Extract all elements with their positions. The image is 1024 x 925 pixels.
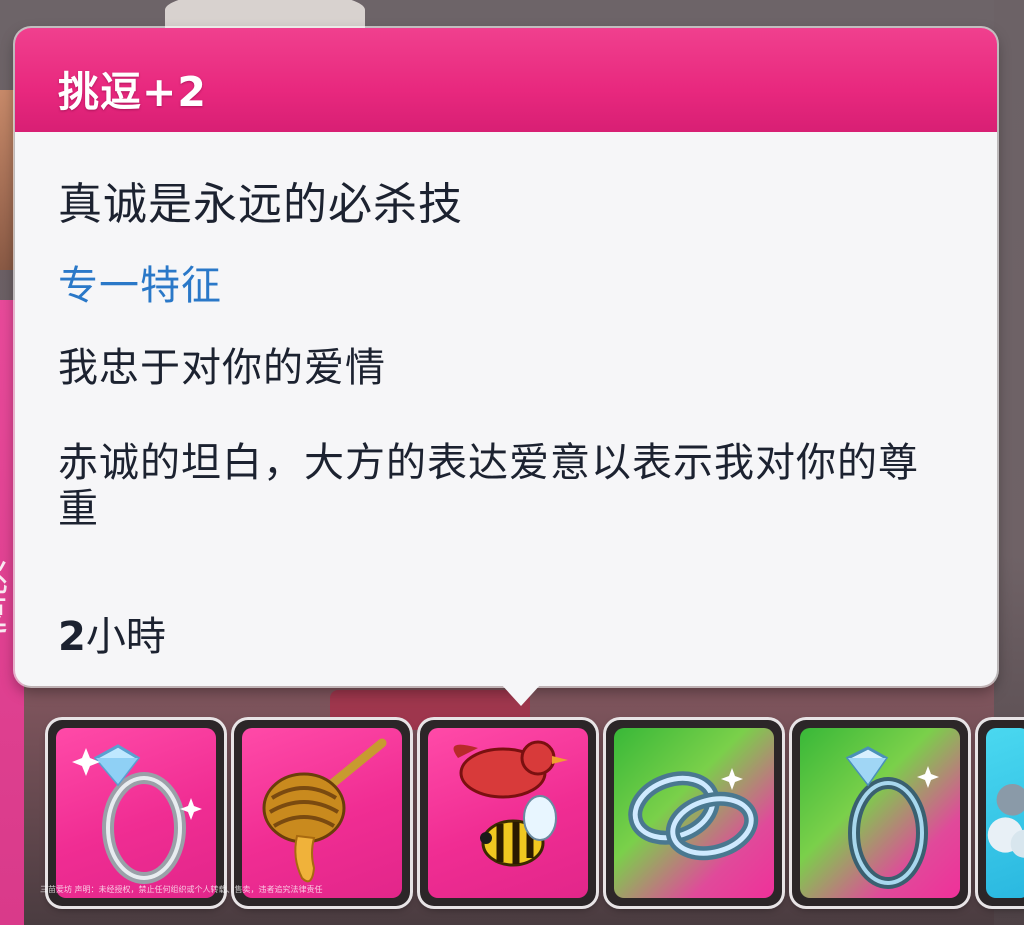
engagement-ring-icon <box>845 746 939 889</box>
duration-value: 2 <box>58 614 86 660</box>
interaction-subtitle: 我忠于对你的爱情 <box>58 345 386 391</box>
interaction-slot-birds-and-bees[interactable] <box>420 720 596 906</box>
cloud-icon <box>987 783 1024 858</box>
wedding-rings-icon <box>628 768 759 861</box>
interaction-slot-honey-dipper[interactable] <box>234 720 410 906</box>
sim-head-blur <box>165 0 365 30</box>
interaction-title: 真诚是永远的必杀技 <box>58 179 463 230</box>
interaction-slot-diamond-ring[interactable] <box>48 720 224 906</box>
interaction-description: 赤诚的坦白，大方的表达爱意以表示我对你的尊重 <box>58 440 919 532</box>
honey-dipper-icon <box>262 738 387 883</box>
diamond-ring-icon <box>72 744 202 884</box>
duration-unit: 小時 <box>85 614 166 660</box>
tooltip-category-title: 挑逗+2 <box>58 68 207 116</box>
interaction-duration: 2小時 <box>58 604 166 662</box>
tooltip-header: 挑逗+2 <box>15 28 997 132</box>
interaction-slot-cloud[interactable] <box>978 720 1024 906</box>
sim-portrait-blur <box>0 90 14 270</box>
watermark-text: 三苗爱坊 声明：未经授权，禁止任何组织或个人转载、售卖，违者追究法律责任 <box>40 885 323 894</box>
interaction-slot-engagement-ring[interactable] <box>792 720 968 906</box>
trait-requirement: 专一特征 <box>58 263 222 309</box>
interaction-slot-wedding-rings[interactable] <box>606 720 782 906</box>
birds-and-bees-icon <box>453 740 568 867</box>
interaction-tooltip: 挑逗+2 真诚是永远的必杀技 专一特征 我忠于对你的爱情 赤诚的坦白，大方的表达… <box>15 28 997 706</box>
tooltip-pointer <box>501 684 541 706</box>
